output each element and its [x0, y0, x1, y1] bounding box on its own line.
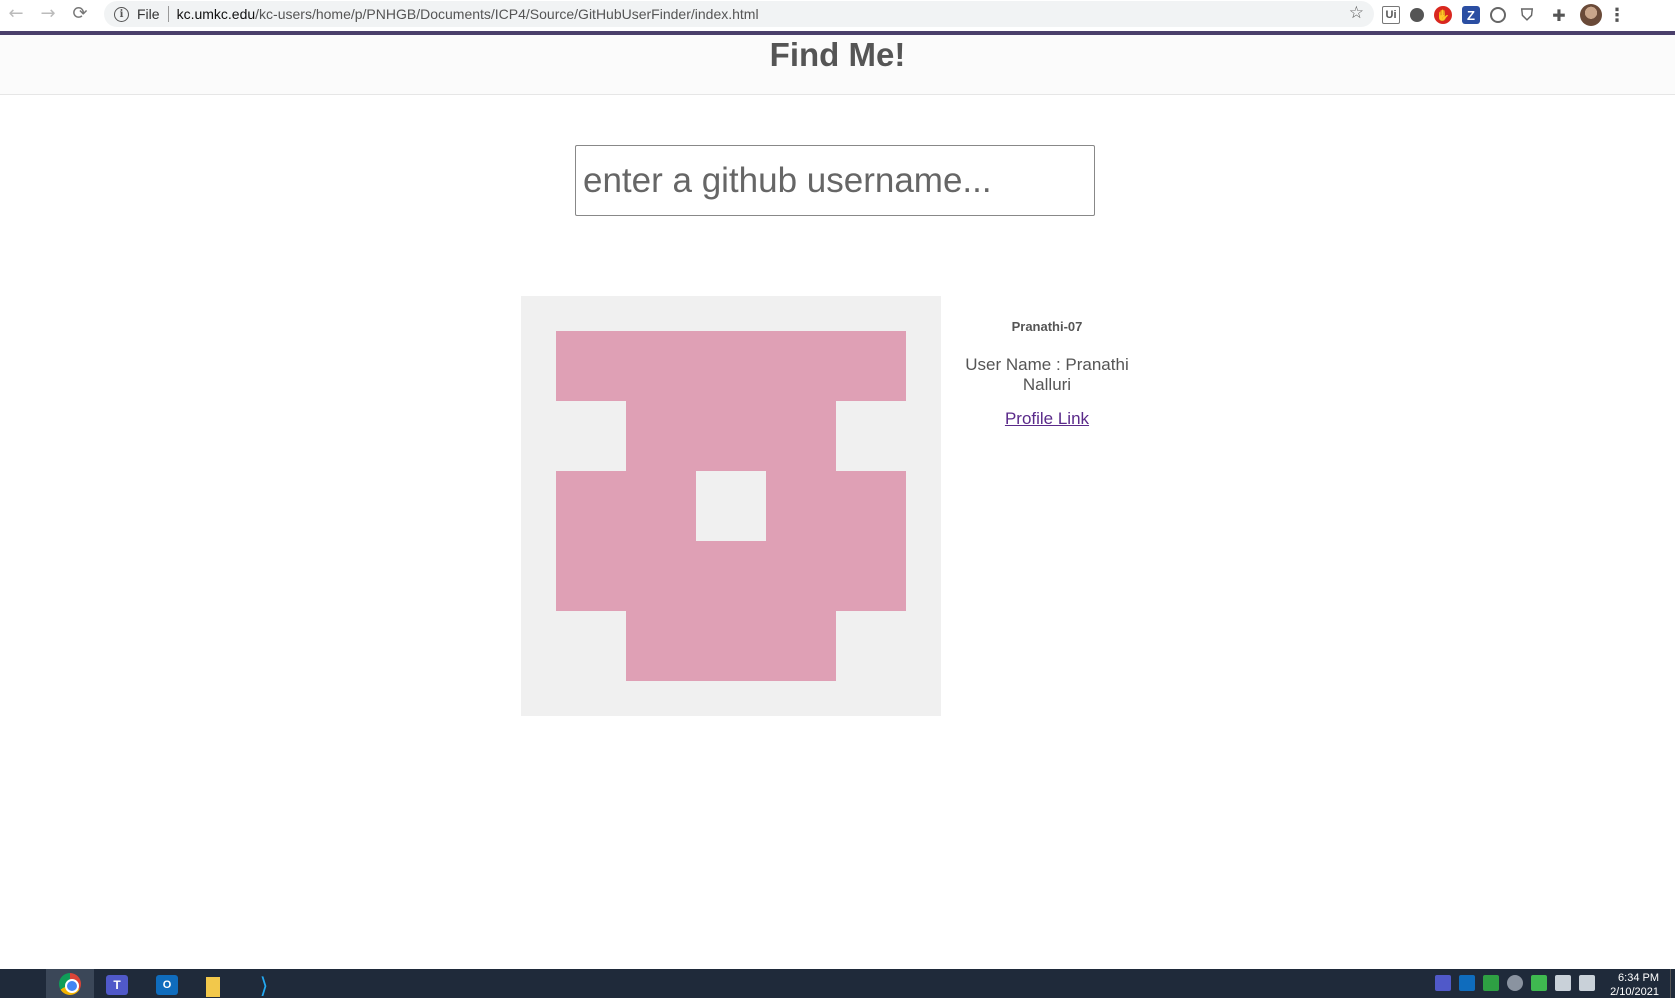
tray-network-icon[interactable] — [1555, 975, 1571, 991]
back-button[interactable]: ← — [0, 1, 32, 25]
profile-link[interactable]: Profile Link — [1005, 409, 1089, 429]
taskbar-clock[interactable]: 6:34 PM 2/10/2021 — [1610, 971, 1659, 999]
identicon-cell — [626, 401, 696, 471]
url-host: kc.umkc.edu — [176, 6, 256, 22]
user-avatar — [521, 296, 941, 716]
reload-button[interactable]: ⟳ — [64, 1, 96, 25]
identicon-cell — [556, 331, 626, 401]
identicon-cell — [696, 611, 766, 681]
circle-extension-icon[interactable] — [1410, 8, 1424, 22]
adblock-extension-icon[interactable]: ✋ — [1434, 6, 1452, 24]
identicon-cell — [766, 471, 836, 541]
tray-teams-icon[interactable] — [1435, 975, 1451, 991]
tray-volume-muted-icon[interactable] — [1579, 975, 1595, 991]
forward-button[interactable]: → — [32, 1, 64, 25]
outlook-icon[interactable]: O — [156, 975, 178, 995]
identicon-cell — [766, 331, 836, 401]
identicon-cell — [766, 611, 836, 681]
teams-icon[interactable]: T — [106, 975, 128, 995]
identicon-cell — [836, 401, 906, 471]
url-path: /kc-users/home/p/PNHGB/Documents/ICP4/So… — [255, 6, 759, 22]
system-tray — [1435, 975, 1595, 991]
windows-taskbar: T O ⟩ 6:34 PM 2/10/2021 — [0, 969, 1675, 999]
tray-cloud-icon[interactable] — [1507, 975, 1523, 991]
identicon-cell — [626, 611, 696, 681]
show-desktop-button[interactable] — [1670, 969, 1675, 998]
browser-menu-icon[interactable]: ⋮ — [1608, 4, 1626, 26]
extensions-area: Ui ✋ Z ⛉ ✚ ⋮ — [1382, 3, 1626, 27]
identicon-cell — [556, 471, 626, 541]
identicon-cell — [556, 401, 626, 471]
shield-extension-icon[interactable]: ⛉ — [1516, 4, 1538, 26]
identicon-cell — [626, 471, 696, 541]
tray-security-icon[interactable] — [1531, 975, 1547, 991]
puzzle-extensions-icon[interactable]: ✚ — [1548, 4, 1570, 26]
identicon-cell — [696, 541, 766, 611]
page-header: Find Me! — [0, 35, 1675, 95]
address-bar[interactable]: i File kc.umkc.edu/kc-users/home/p/PNHGB… — [104, 1, 1374, 27]
identicon-cell — [766, 541, 836, 611]
identicon-cell — [556, 611, 626, 681]
zoom-extension-icon[interactable]: Z — [1462, 6, 1480, 24]
tray-flag-icon[interactable] — [1483, 975, 1499, 991]
chrome-taskbar-button[interactable] — [46, 969, 94, 998]
browser-toolbar: ← → ⟳ i File kc.umkc.edu/kc-users/home/p… — [0, 0, 1675, 31]
ring-extension-icon[interactable] — [1490, 7, 1506, 23]
github-username-search-input[interactable] — [575, 145, 1095, 216]
identicon-cell — [836, 541, 906, 611]
vscode-icon[interactable]: ⟩ — [252, 974, 276, 999]
bookmark-star-icon[interactable]: ☆ — [1349, 3, 1364, 23]
clock-time: 6:34 PM — [1618, 972, 1659, 984]
identicon-cell — [836, 471, 906, 541]
identicon-cell — [556, 541, 626, 611]
identicon-cell — [626, 331, 696, 401]
page-title: Find Me! — [769, 36, 906, 73]
windows-start-icon[interactable] — [8, 976, 26, 994]
identicon-cell — [696, 401, 766, 471]
identicon-cell — [626, 541, 696, 611]
user-name-line: User Name : Pranathi Nalluri — [965, 355, 1129, 394]
clock-date: 2/10/2021 — [1610, 986, 1659, 998]
identicon-cell — [696, 331, 766, 401]
identicon-cell — [836, 331, 906, 401]
user-info-panel: Pranathi-07 User Name : Pranathi Nalluri… — [941, 296, 1153, 429]
identicon-cell — [836, 611, 906, 681]
identicon-cell — [766, 401, 836, 471]
identicon-image — [556, 331, 906, 681]
uipath-extension-icon[interactable]: Ui — [1382, 6, 1400, 24]
tray-outlook-icon[interactable] — [1459, 975, 1475, 991]
user-login: Pranathi-07 — [1011, 319, 1083, 334]
identicon-cell — [696, 471, 766, 541]
info-icon[interactable]: i — [114, 6, 129, 22]
file-explorer-icon[interactable] — [206, 977, 220, 997]
profile-avatar-icon[interactable] — [1580, 4, 1602, 26]
chrome-icon — [59, 972, 81, 995]
scheme-label: File — [137, 6, 169, 22]
